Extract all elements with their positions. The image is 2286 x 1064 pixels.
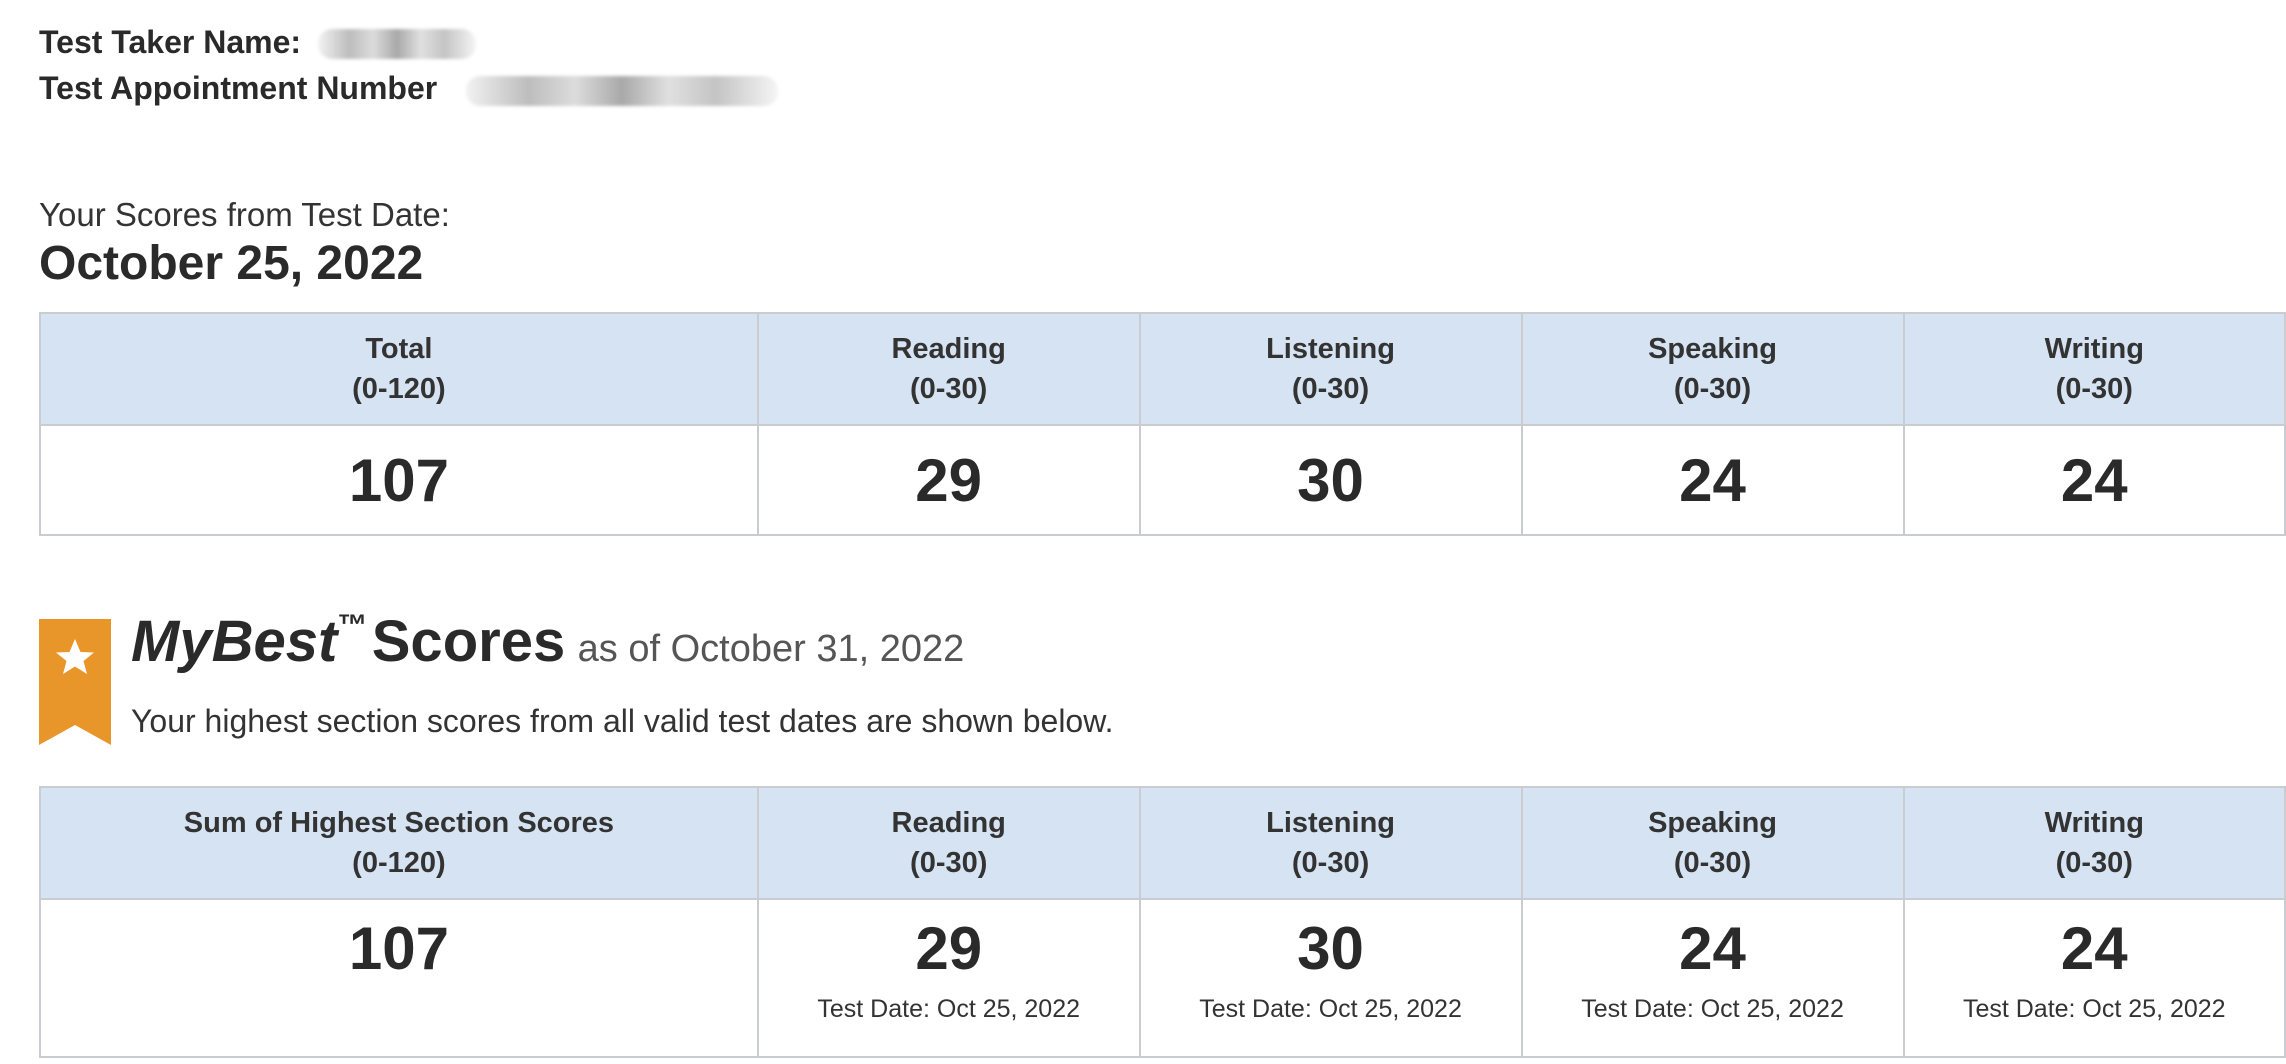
column-range: (0-30)	[1673, 373, 1752, 405]
score-value: 24	[2060, 446, 2128, 514]
column-range: (0-30)	[909, 373, 988, 405]
redacted-name	[318, 29, 476, 59]
column-range: (0-120)	[352, 847, 446, 879]
column-range: (0-30)	[2055, 847, 2133, 879]
score-cell-speaking: 24	[1520, 424, 1905, 536]
column-header-speaking: Speaking (0-30)	[1520, 312, 1905, 426]
score-cell-speaking: 24 Test Date: Oct 25, 2022	[1520, 898, 1905, 1058]
trademark-symbol: ™	[337, 609, 368, 642]
score-value: 24	[1679, 446, 1746, 514]
score-test-date: Test Date: Oct 25, 2022	[1581, 995, 1844, 1023]
score-value: 30	[1297, 446, 1364, 514]
score-cell-sum-highest: 107	[39, 898, 759, 1058]
score-value: 107	[348, 446, 449, 514]
column-range: (0-120)	[352, 373, 446, 405]
score-value: 24	[1679, 915, 1746, 982]
mybest-title-italic: MyBest	[131, 609, 338, 674]
column-header-sum-highest: Sum of Highest Section Scores (0-120)	[39, 786, 759, 900]
mybest-ribbon-icon	[39, 619, 111, 745]
column-header-total: Total (0-120)	[39, 312, 759, 426]
column-title: Listening	[1266, 807, 1395, 839]
score-cell-listening: 30 Test Date: Oct 25, 2022	[1138, 898, 1523, 1058]
column-title: Speaking	[1648, 807, 1778, 839]
column-header-speaking: Speaking (0-30)	[1520, 786, 1905, 900]
column-range: (0-30)	[1291, 847, 1370, 879]
score-value: 29	[915, 446, 983, 514]
score-value: 30	[1297, 915, 1364, 982]
column-header-listening: Listening (0-30)	[1138, 312, 1523, 426]
scores-value-row: 107 29 30 24 24	[39, 424, 2286, 536]
column-title: Total	[365, 333, 433, 365]
score-cell-writing: 24 Test Date: Oct 25, 2022	[1902, 898, 2286, 1058]
column-range: (0-30)	[1291, 373, 1370, 405]
score-cell-listening: 30	[1138, 424, 1523, 536]
score-cell-total: 107	[39, 424, 759, 536]
test-date-heading: October 25, 2022	[39, 237, 424, 290]
test-date-scores-table: Total (0-120) Reading (0-30) Listening (…	[39, 312, 2286, 536]
column-title: Listening	[1266, 333, 1395, 365]
test-appointment-number-label: Test Appointment Number	[39, 70, 438, 106]
column-title: Writing	[2044, 807, 2144, 839]
column-range: (0-30)	[2055, 373, 2133, 405]
column-header-reading: Reading (0-30)	[756, 312, 1141, 426]
score-cell-reading: 29 Test Date: Oct 25, 2022	[756, 898, 1141, 1058]
column-title: Reading	[891, 807, 1006, 839]
mybest-value-row: 107 29 Test Date: Oct 25, 2022 30 Test D…	[39, 898, 2286, 1058]
column-title: Sum of Highest Section Scores	[183, 807, 615, 839]
score-test-date: Test Date: Oct 25, 2022	[1962, 995, 2226, 1023]
scores-header-row: Total (0-120) Reading (0-30) Listening (…	[39, 312, 2286, 426]
score-test-date: Test Date: Oct 25, 2022	[817, 995, 1081, 1023]
score-cell-writing: 24	[1902, 424, 2286, 536]
column-title: Speaking	[1648, 333, 1777, 365]
mybest-scores-table: Sum of Highest Section Scores (0-120) Re…	[39, 786, 2286, 1058]
column-header-writing: Writing (0-30)	[1902, 786, 2286, 900]
column-title: Reading	[891, 333, 1006, 365]
score-test-date: Test Date: Oct 25, 2022	[1199, 995, 1462, 1023]
scores-from-test-date-label: Your Scores from Test Date:	[39, 196, 450, 233]
redacted-appointment-number	[466, 76, 778, 106]
score-value: 107	[348, 915, 449, 982]
test-taker-name-label: Test Taker Name:	[39, 24, 302, 60]
column-header-reading: Reading (0-30)	[756, 786, 1141, 900]
mybest-description: Your highest section scores from all val…	[131, 703, 1114, 739]
column-header-writing: Writing (0-30)	[1902, 312, 2286, 426]
mybest-heading: MyBest™ Scores as of October 31, 2022	[131, 608, 964, 675]
column-title: Writing	[2044, 333, 2144, 365]
mybest-header-row: Sum of Highest Section Scores (0-120) Re…	[39, 786, 2286, 900]
score-value: 24	[2060, 915, 2128, 982]
mybest-title-scores: Scores	[371, 609, 566, 674]
score-value: 29	[915, 915, 983, 982]
column-header-listening: Listening (0-30)	[1138, 786, 1523, 900]
score-cell-reading: 29	[756, 424, 1141, 536]
column-range: (0-30)	[910, 847, 988, 879]
column-range: (0-30)	[1673, 847, 1752, 879]
mybest-as-of-date: as of October 31, 2022	[577, 628, 965, 670]
